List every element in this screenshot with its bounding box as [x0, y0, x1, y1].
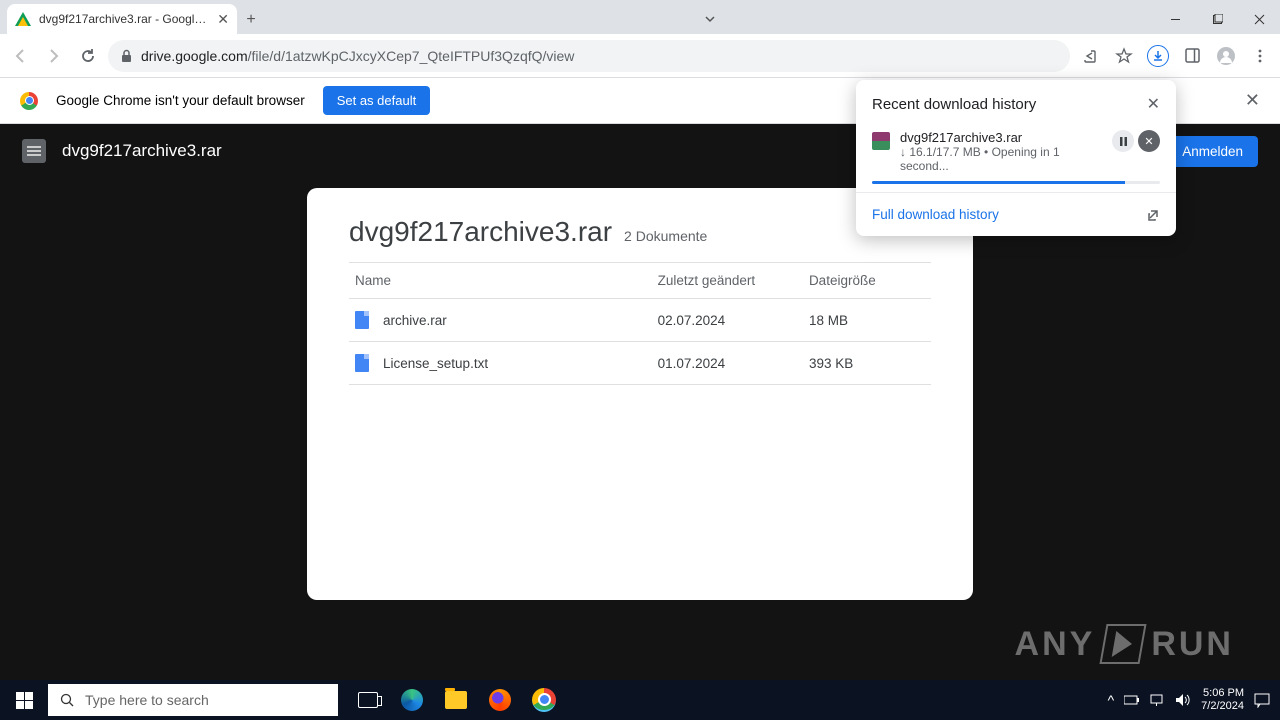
tab-search-button[interactable] [695, 4, 725, 34]
set-default-button[interactable]: Set as default [323, 86, 431, 115]
chrome-menu-icon[interactable] [1246, 42, 1274, 70]
file-size: 18 MB [803, 299, 931, 342]
downloads-button[interactable] [1144, 42, 1172, 70]
file-icon [355, 311, 369, 329]
download-progress [872, 181, 1160, 184]
col-modified[interactable]: Zuletzt geändert [652, 263, 803, 299]
chrome-icon [20, 92, 38, 110]
taskview-icon [358, 692, 378, 708]
table-row[interactable]: License_setup.txt 01.07.2024 393 KB [349, 342, 931, 385]
download-item[interactable]: dvg9f217archive3.rar ↓ 16.1/17.7 MB • Op… [856, 124, 1176, 192]
download-item-info: ↓ 16.1/17.7 MB • Opening in 1 second... [900, 145, 1102, 173]
download-popup-close-icon[interactable]: ✕ [1147, 94, 1160, 114]
tray-network-icon[interactable] [1150, 694, 1165, 707]
new-tab-button[interactable]: + [237, 6, 265, 34]
infobar-text: Google Chrome isn't your default browser [56, 93, 305, 108]
tab-title: dvg9f217archive3.rar - Google D [39, 12, 209, 26]
close-window-button[interactable] [1238, 4, 1280, 34]
tray-chevron-icon[interactable]: ^ [1108, 692, 1115, 708]
drive-filename: dvg9f217archive3.rar [62, 141, 222, 161]
full-download-history-link[interactable]: Full download history [856, 192, 1176, 236]
browser-tab[interactable]: dvg9f217archive3.rar - Google D ✕ [7, 4, 237, 34]
forward-button[interactable] [40, 42, 68, 70]
file-modified: 02.07.2024 [652, 299, 803, 342]
share-icon[interactable] [1076, 42, 1104, 70]
infobar-close-icon[interactable]: ✕ [1245, 90, 1260, 111]
url-host: drive.google.com [141, 48, 248, 64]
sidepanel-icon[interactable] [1178, 42, 1206, 70]
external-link-icon [1146, 208, 1160, 222]
archive-file-icon [22, 139, 46, 163]
tab-close-icon[interactable]: ✕ [217, 11, 229, 28]
edge-icon [401, 689, 423, 711]
google-drive-icon [15, 12, 31, 26]
watermark-text-a: ANY [1015, 625, 1096, 664]
col-name[interactable]: Name [349, 263, 652, 299]
file-name: License_setup.txt [383, 356, 488, 371]
browser-titlebar: dvg9f217archive3.rar - Google D ✕ + [0, 0, 1280, 34]
tray-clock[interactable]: 5:06 PM 7/2/2024 [1201, 687, 1244, 713]
windows-logo-icon [16, 692, 33, 709]
tray-date: 7/2/2024 [1201, 700, 1244, 713]
search-icon [60, 693, 75, 708]
file-size: 393 KB [803, 342, 931, 385]
lock-icon [120, 49, 133, 63]
tray-volume-icon[interactable] [1175, 693, 1191, 707]
window-controls [1154, 4, 1280, 34]
chrome-icon [532, 688, 556, 712]
action-center-icon[interactable] [1254, 693, 1270, 708]
start-button[interactable] [0, 680, 48, 720]
download-popup-title: Recent download history [872, 96, 1036, 113]
file-name: archive.rar [383, 313, 447, 328]
taskbar-explorer[interactable] [436, 680, 476, 720]
browser-toolbar: drive.google.com/file/d/1atzwKpCJxcyXCep… [0, 34, 1280, 78]
search-placeholder: Type here to search [85, 692, 209, 708]
tray-battery-icon[interactable] [1124, 695, 1140, 706]
download-cancel-button[interactable]: ✕ [1138, 130, 1160, 152]
full-download-history-label: Full download history [872, 207, 999, 222]
back-button[interactable] [6, 42, 34, 70]
url-path: /file/d/1atzwKpCJxcyXCep7_QteIFTPUf3Qzqf… [248, 48, 575, 64]
bookmark-icon[interactable] [1110, 42, 1138, 70]
archive-card: dvg9f217archive3.rar 2 Dokumente Name Zu… [307, 188, 973, 600]
card-title: dvg9f217archive3.rar [349, 216, 612, 248]
watermark-text-b: RUN [1151, 625, 1234, 664]
taskbar-chrome[interactable] [524, 680, 564, 720]
download-item-name: dvg9f217archive3.rar [900, 130, 1102, 145]
task-view-button[interactable] [348, 680, 388, 720]
file-modified: 01.07.2024 [652, 342, 803, 385]
download-pause-button[interactable] [1112, 130, 1134, 152]
anyrun-watermark: ANY RUN [1015, 624, 1234, 664]
tray-time: 5:06 PM [1201, 687, 1244, 700]
taskbar-edge[interactable] [392, 680, 432, 720]
firefox-icon [489, 689, 511, 711]
col-size[interactable]: Dateigröße [803, 263, 931, 299]
play-icon [1100, 624, 1147, 664]
taskbar-firefox[interactable] [480, 680, 520, 720]
rar-file-icon [872, 132, 890, 150]
maximize-button[interactable] [1196, 4, 1238, 34]
windows-taskbar: Type here to search ^ 5:06 PM 7/2/2024 [0, 680, 1280, 720]
file-icon [355, 354, 369, 372]
minimize-button[interactable] [1154, 4, 1196, 34]
reload-button[interactable] [74, 42, 102, 70]
download-popup: Recent download history ✕ dvg9f217archiv… [856, 80, 1176, 236]
file-table: Name Zuletzt geändert Dateigröße archive… [349, 262, 931, 385]
signin-button[interactable]: Anmelden [1167, 136, 1258, 167]
table-row[interactable]: archive.rar 02.07.2024 18 MB [349, 299, 931, 342]
download-active-icon [1147, 45, 1169, 67]
card-subtitle: 2 Dokumente [624, 228, 707, 244]
address-bar[interactable]: drive.google.com/file/d/1atzwKpCJxcyXCep… [108, 40, 1070, 72]
folder-icon [445, 691, 467, 709]
system-tray: ^ 5:06 PM 7/2/2024 [1108, 687, 1280, 713]
taskbar-search[interactable]: Type here to search [48, 684, 338, 716]
profile-icon[interactable] [1212, 42, 1240, 70]
